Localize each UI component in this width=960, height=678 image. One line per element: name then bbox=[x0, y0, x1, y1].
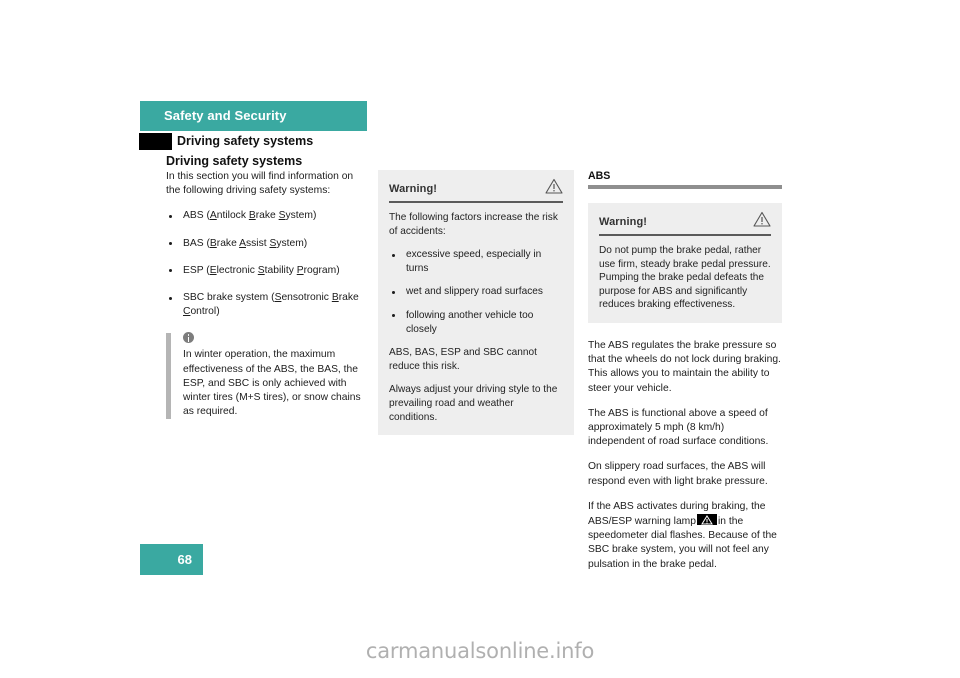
risk-factor-text: excessive speed, especially in turns bbox=[406, 249, 542, 274]
column-one: In this section you will find informatio… bbox=[166, 170, 364, 420]
manual-page: Safety and Security Driving safety syste… bbox=[0, 0, 960, 678]
warning-triangle-icon bbox=[545, 178, 563, 194]
column-two: Warning! The following factors increase … bbox=[378, 170, 574, 436]
system-initial: B bbox=[248, 210, 256, 222]
warning-intro: The following factors increase the risk … bbox=[389, 212, 558, 237]
system-prefix: SBC brake system ( bbox=[183, 292, 275, 304]
system-word: rake bbox=[255, 210, 279, 222]
system-word: rogram bbox=[303, 264, 337, 276]
system-prefix: ABS ( bbox=[183, 210, 210, 222]
column-three: ABS Warning! Do not pump the brake pedal… bbox=[588, 170, 782, 583]
warning-title: Warning! bbox=[599, 216, 648, 228]
list-item: excessive speed, especially in turns bbox=[389, 248, 563, 275]
list-item: following another vehicle too closely bbox=[389, 309, 563, 336]
bullet-dot bbox=[392, 290, 395, 294]
warning-paragraph-2: Always adjust your driving style to the … bbox=[389, 384, 558, 423]
bullet-dot bbox=[392, 314, 395, 318]
system-initial: E bbox=[209, 264, 217, 276]
bullet-dot bbox=[392, 253, 395, 257]
warning-title: Warning! bbox=[389, 183, 438, 195]
system-suffix: ) bbox=[336, 264, 340, 276]
warning-box-general: Warning! The following factors increase … bbox=[378, 170, 574, 436]
system-suffix: ) bbox=[312, 210, 317, 222]
risk-factor-text: following another vehicle too closely bbox=[406, 309, 534, 335]
system-initial: S bbox=[257, 264, 265, 276]
warning-box-header: Warning! bbox=[599, 211, 771, 232]
warning-triangle-icon bbox=[753, 211, 771, 227]
risk-factor-text: wet and slippery road surfaces bbox=[406, 286, 543, 298]
system-prefix: ESP ( bbox=[183, 264, 210, 276]
bullet-dot bbox=[169, 269, 172, 273]
risk-factors-list: excessive speed, especially in turns wet… bbox=[389, 248, 563, 336]
bullet-dot bbox=[169, 242, 172, 246]
note-side-rule bbox=[166, 333, 171, 420]
abs-paragraph-4: If the ABS activates during braking, the… bbox=[588, 500, 782, 572]
intro-paragraph: In this section you will find informatio… bbox=[166, 171, 354, 197]
warning-paragraph-1: ABS, BAS, ESP and SBC cannot reduce this… bbox=[389, 347, 537, 372]
system-word: rake bbox=[216, 237, 240, 249]
warning-divider bbox=[599, 234, 771, 236]
abs-esp-warning-lamp-icon bbox=[696, 514, 717, 525]
system-word: ontrol bbox=[190, 306, 217, 318]
list-item: ABS (Antilock Brake System) bbox=[166, 209, 364, 223]
system-word: ystem bbox=[276, 237, 304, 249]
system-word: lectronic bbox=[216, 264, 258, 276]
chapter-tab-marker bbox=[139, 133, 172, 150]
system-initial: P bbox=[296, 264, 304, 276]
system-initial: S bbox=[278, 210, 286, 222]
chapter-title: Safety and Security bbox=[164, 108, 287, 123]
page-number: 68 bbox=[177, 552, 192, 567]
systems-list: ABS (Antilock Brake System) BAS (Brake A… bbox=[166, 209, 364, 319]
list-item: ESP (Electronic Stability Program) bbox=[166, 264, 364, 278]
bullet-dot bbox=[169, 296, 172, 300]
warning-box-abs: Warning! Do not pump the brake pedal, ra… bbox=[588, 203, 782, 323]
system-word: ntilock bbox=[216, 210, 249, 222]
chapter-header-bar: Safety and Security bbox=[140, 101, 367, 131]
list-item: SBC brake system (Sensotronic Brake Cont… bbox=[166, 291, 364, 319]
system-word: rake bbox=[338, 292, 359, 304]
system-suffix: ) bbox=[216, 306, 220, 318]
system-suffix: ) bbox=[303, 237, 308, 249]
system-word: tability bbox=[264, 264, 297, 276]
bullet-dot bbox=[169, 214, 172, 218]
section-heading: Driving safety systems bbox=[177, 134, 314, 148]
info-note-text: In winter operation, the maximum effecti… bbox=[183, 349, 361, 418]
abs-paragraph-1: The ABS regulates the brake pressure so … bbox=[588, 339, 781, 394]
warning-divider bbox=[389, 201, 563, 203]
abs-heading-rule bbox=[588, 185, 782, 189]
page-number-box: 68 bbox=[140, 544, 203, 575]
abs-paragraph-3: On slippery road surfaces, the ABS will … bbox=[588, 461, 768, 487]
system-initial: A bbox=[209, 210, 217, 222]
system-word: ystem bbox=[285, 210, 313, 222]
info-note: In winter operation, the maximum effecti… bbox=[166, 332, 364, 420]
abs-heading: ABS bbox=[588, 170, 611, 182]
watermark: carmanualsonline.info bbox=[365, 639, 595, 663]
system-word: ssist bbox=[245, 237, 270, 249]
abs-warning-text: Do not pump the brake pedal, rather use … bbox=[599, 245, 771, 311]
system-initial: B bbox=[331, 292, 339, 304]
system-prefix: BAS ( bbox=[183, 237, 210, 249]
subsection-heading: Driving safety systems bbox=[166, 154, 303, 168]
list-item: BAS (Brake Assist System) bbox=[166, 237, 364, 251]
system-initial: A bbox=[239, 237, 246, 249]
system-word: ensotronic bbox=[281, 292, 332, 304]
info-icon bbox=[183, 332, 194, 344]
list-item: wet and slippery road surfaces bbox=[389, 285, 563, 299]
system-initial: B bbox=[209, 237, 217, 249]
warning-box-header: Warning! bbox=[389, 178, 563, 199]
abs-paragraph-2: The ABS is functional above a speed of a… bbox=[588, 407, 769, 448]
